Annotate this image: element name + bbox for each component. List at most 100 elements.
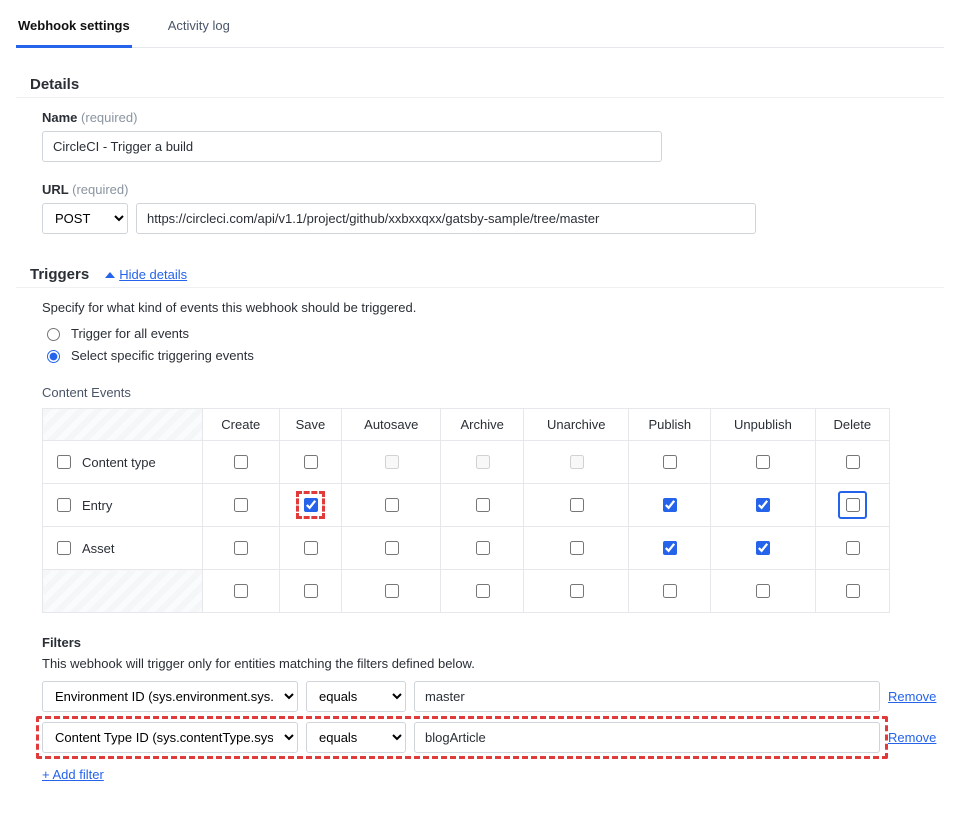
event-cell: [342, 570, 441, 613]
filter-operator-select[interactable]: equals: [306, 722, 406, 753]
event-cell: [629, 484, 711, 527]
event-checkbox[interactable]: [234, 584, 248, 598]
trigger-mode-radios: Trigger for all events Select specific t…: [16, 325, 944, 363]
filter-row: Content Type ID (sys.contentType.sys.id)…: [42, 722, 944, 753]
event-checkbox[interactable]: [304, 455, 318, 469]
event-cell: [815, 484, 889, 527]
filters-section: Filters This webhook will trigger only f…: [16, 635, 944, 782]
event-cell: [815, 441, 889, 484]
event-checkbox[interactable]: [756, 541, 770, 555]
event-checkbox[interactable]: [663, 498, 677, 512]
event-cell: [629, 570, 711, 613]
event-checkbox: [570, 455, 584, 469]
event-checkbox: [476, 455, 490, 469]
events-row: Entry: [43, 484, 890, 527]
event-checkbox[interactable]: [756, 584, 770, 598]
event-checkbox[interactable]: [756, 498, 770, 512]
radio-trigger-specific-input[interactable]: [47, 350, 60, 363]
radio-trigger-all-input[interactable]: [47, 328, 60, 341]
event-checkbox[interactable]: [663, 455, 677, 469]
event-checkbox[interactable]: [846, 455, 860, 469]
event-cell: [279, 484, 342, 527]
event-checkbox[interactable]: [385, 584, 399, 598]
method-select[interactable]: POST: [42, 203, 128, 234]
events-col-autosave: Autosave: [342, 409, 441, 441]
events-header-row: CreateSaveAutosaveArchiveUnarchivePublis…: [43, 409, 890, 441]
event-cell: [342, 441, 441, 484]
events-col-delete: Delete: [815, 409, 889, 441]
event-cell: [711, 441, 815, 484]
url-required-tag: (required): [72, 182, 128, 197]
event-checkbox[interactable]: [476, 541, 490, 555]
events-row: Asset: [43, 527, 890, 570]
event-checkbox[interactable]: [385, 541, 399, 555]
event-cell: [203, 484, 280, 527]
add-filter-link[interactable]: + Add filter: [42, 767, 104, 782]
event-cell: [203, 570, 280, 613]
events-header-empty: [43, 409, 203, 441]
filter-field-select[interactable]: Environment ID (sys.environment.sys.id): [42, 681, 298, 712]
events-col-publish: Publish: [629, 409, 711, 441]
event-checkbox[interactable]: [846, 541, 860, 555]
event-checkbox[interactable]: [570, 541, 584, 555]
url-label-text: URL: [42, 182, 68, 197]
tab-activity-log[interactable]: Activity log: [166, 12, 232, 47]
event-checkbox[interactable]: [234, 498, 248, 512]
row-select-checkbox[interactable]: [57, 455, 71, 469]
event-cell: [524, 441, 629, 484]
event-cell: [279, 527, 342, 570]
event-checkbox[interactable]: [570, 584, 584, 598]
event-checkbox[interactable]: [385, 498, 399, 512]
row-name: Asset: [82, 541, 115, 556]
event-checkbox[interactable]: [846, 584, 860, 598]
event-cell: [524, 484, 629, 527]
event-cell: [203, 441, 280, 484]
triggers-header: Triggers Hide details: [16, 266, 944, 288]
radio-trigger-specific[interactable]: Select specific triggering events: [42, 347, 944, 363]
filter-value-input[interactable]: [414, 722, 880, 753]
filter-remove-link[interactable]: Remove: [888, 689, 944, 704]
radio-trigger-all[interactable]: Trigger for all events: [42, 325, 944, 341]
filter-value-input[interactable]: [414, 681, 880, 712]
event-cell: [815, 527, 889, 570]
events-col-unpublish: Unpublish: [711, 409, 815, 441]
event-checkbox[interactable]: [304, 498, 318, 512]
event-checkbox[interactable]: [304, 541, 318, 555]
event-cell: [629, 527, 711, 570]
filters-title: Filters: [42, 635, 944, 650]
filter-operator-select[interactable]: equals: [306, 681, 406, 712]
event-checkbox[interactable]: [570, 498, 584, 512]
filter-remove-link[interactable]: Remove: [888, 730, 944, 745]
event-cell: [524, 570, 629, 613]
events-col-archive: Archive: [441, 409, 524, 441]
event-checkbox[interactable]: [476, 498, 490, 512]
hide-details-text: Hide details: [119, 267, 187, 282]
events-row-label: Entry: [43, 484, 203, 527]
event-cell: [711, 527, 815, 570]
name-required-tag: (required): [81, 110, 137, 125]
url-row: POST: [42, 203, 880, 234]
event-checkbox[interactable]: [756, 455, 770, 469]
event-cell: [441, 441, 524, 484]
events-col-save: Save: [279, 409, 342, 441]
tab-webhook-settings[interactable]: Webhook settings: [16, 12, 132, 48]
event-checkbox[interactable]: [663, 541, 677, 555]
events-row: Content type: [43, 441, 890, 484]
event-cell: [524, 527, 629, 570]
event-checkbox[interactable]: [234, 541, 248, 555]
event-cell: [711, 570, 815, 613]
event-checkbox[interactable]: [846, 498, 860, 512]
event-checkbox[interactable]: [663, 584, 677, 598]
row-select-checkbox[interactable]: [57, 498, 71, 512]
event-checkbox[interactable]: [234, 455, 248, 469]
hide-details-link[interactable]: Hide details: [105, 267, 187, 282]
event-checkbox[interactable]: [476, 584, 490, 598]
name-field-block: Name (required): [16, 110, 944, 162]
event-cell: [279, 570, 342, 613]
filter-field-select[interactable]: Content Type ID (sys.contentType.sys.id): [42, 722, 298, 753]
name-input[interactable]: [42, 131, 662, 162]
url-field-block: URL (required) POST: [16, 182, 944, 234]
url-input[interactable]: [136, 203, 756, 234]
event-checkbox[interactable]: [304, 584, 318, 598]
row-select-checkbox[interactable]: [57, 541, 71, 555]
